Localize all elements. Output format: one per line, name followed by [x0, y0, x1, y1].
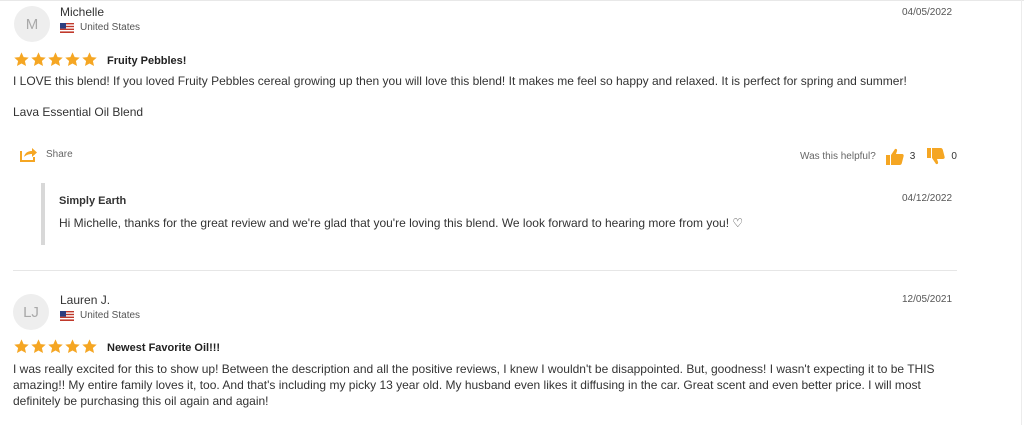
share-label: Share [46, 148, 73, 160]
thumbs-down-button[interactable]: 0 [927, 148, 957, 165]
star-rating [13, 338, 98, 355]
star-icon [82, 339, 97, 354]
review-title: Fruity Pebbles! [107, 55, 187, 67]
review-date: 12/05/2021 [902, 294, 953, 305]
helpful-no-count: 0 [951, 151, 957, 162]
reviewer-country: United States [60, 22, 140, 33]
star-icon [14, 339, 29, 354]
star-icon [82, 52, 97, 67]
avatar: M [14, 6, 50, 42]
product-name: Lava Essential Oil Blend [13, 105, 144, 119]
review-body: I was really excited for this to show up… [13, 362, 935, 408]
star-icon [48, 52, 63, 67]
review-title: Newest Favorite Oil!!! [107, 342, 221, 354]
thumbs-up-button[interactable]: 3 [885, 148, 916, 165]
thumbs-up-icon [885, 148, 904, 165]
top-border [0, 0, 1024, 1]
share-button[interactable]: Share [20, 146, 73, 162]
helpful-label: Was this helpful? [800, 151, 876, 162]
review-body: I LOVE this blend! If you loved Fruity P… [13, 74, 907, 88]
share-icon [20, 148, 37, 162]
reviewer-name: Michelle [60, 5, 105, 19]
thumbs-down-icon [927, 148, 946, 165]
country-label: United States [80, 22, 141, 33]
reviewer-name: Lauren J. [60, 293, 111, 307]
avatar: LJ [13, 294, 49, 330]
right-border [1021, 0, 1022, 425]
reply-author: Simply Earth [59, 195, 127, 207]
reviewer-country: United States [60, 310, 140, 321]
reply-text: Hi Michelle, thanks for the great review… [59, 216, 744, 230]
star-icon [65, 52, 80, 67]
review-date: 04/05/2022 [902, 7, 953, 18]
review-divider [13, 270, 957, 271]
us-flag-icon [60, 310, 74, 321]
star-icon [31, 339, 46, 354]
star-icon [65, 339, 80, 354]
star-icon [48, 339, 63, 354]
helpful-yes-count: 3 [909, 151, 916, 162]
helpful-section: Was this helpful? 3 0 [800, 148, 957, 165]
star-rating [13, 51, 98, 68]
star-icon [31, 52, 46, 67]
avatar-initials: LJ [23, 303, 39, 321]
avatar-initials: M [25, 15, 39, 33]
reply-bar [41, 183, 45, 245]
country-label: United States [80, 310, 141, 321]
reply-date: 04/12/2022 [902, 193, 953, 204]
star-icon [14, 52, 29, 67]
us-flag-icon [60, 22, 74, 33]
